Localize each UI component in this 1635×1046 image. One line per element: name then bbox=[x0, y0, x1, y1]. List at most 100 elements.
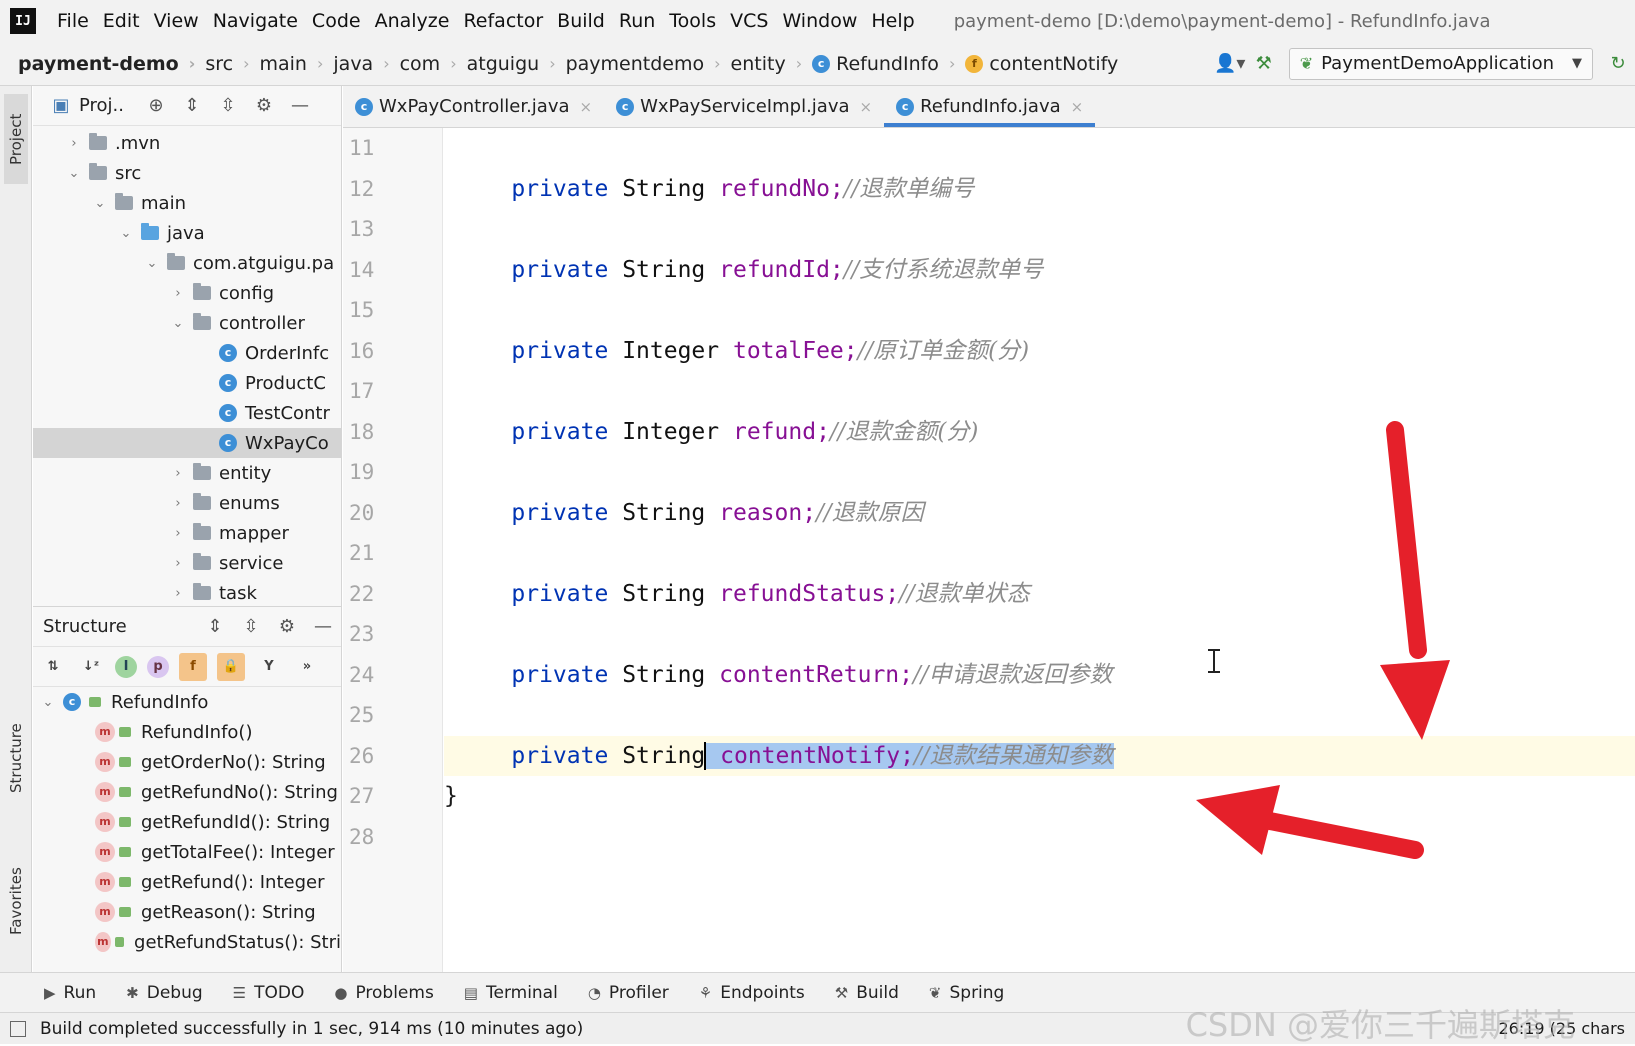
menu-vcs[interactable]: VCS bbox=[723, 10, 775, 32]
structure-member[interactable]: m getRefundId(): String bbox=[33, 807, 341, 837]
line-number[interactable]: 16 bbox=[343, 331, 442, 372]
breadcrumb-entity[interactable]: entity › bbox=[721, 53, 803, 75]
collapse-all-icon[interactable]: ⇳ bbox=[210, 95, 246, 116]
line-number[interactable]: 21 bbox=[343, 533, 442, 574]
rerun-icon[interactable]: ↻ bbox=[1601, 49, 1635, 79]
favorites-tool-tab[interactable]: Favorites bbox=[4, 846, 28, 956]
minimize-icon[interactable]: — bbox=[305, 616, 341, 637]
project-view-selector[interactable]: Proj.. bbox=[79, 95, 124, 116]
toggle-tool-windows-icon[interactable] bbox=[10, 1020, 26, 1037]
sort-alphabetically-icon[interactable]: ↓ᶻ bbox=[77, 653, 105, 681]
tree-node-config[interactable]: › config bbox=[33, 278, 341, 308]
project-tool-tab[interactable]: Project bbox=[4, 94, 28, 184]
close-icon[interactable]: × bbox=[860, 98, 873, 116]
todo-tool-button[interactable]: ☰ TODO bbox=[233, 983, 305, 1003]
gear-icon[interactable]: ⚙ bbox=[246, 95, 282, 116]
line-number[interactable]: 26 bbox=[343, 736, 442, 777]
structure-member[interactable]: m getRefund(): Integer bbox=[33, 867, 341, 897]
tree-node-package[interactable]: ⌄ com.atguigu.pa bbox=[33, 248, 341, 278]
breadcrumb-atguigu[interactable]: atguigu › bbox=[457, 53, 556, 75]
caret-position[interactable]: 26:19 (25 chars bbox=[1498, 1019, 1625, 1038]
structure-member[interactable]: m getRefundNo(): String bbox=[33, 777, 341, 807]
menu-help[interactable]: Help bbox=[864, 10, 921, 32]
expand-all-icon[interactable]: ⇕ bbox=[197, 616, 233, 637]
tree-node-main[interactable]: ⌄ main bbox=[33, 188, 341, 218]
collapse-all-icon[interactable]: ⇳ bbox=[233, 616, 269, 637]
run-configuration-selector[interactable]: ❦ PaymentDemoApplication ▼ bbox=[1288, 47, 1593, 80]
structure-member[interactable]: m RefundInfo() bbox=[33, 717, 341, 747]
structure-root[interactable]: ⌄ c RefundInfo bbox=[33, 687, 341, 717]
tab-wxpayserviceimpl[interactable]: c WxPayServiceImpl.java × bbox=[604, 86, 884, 127]
line-number[interactable]: 23 bbox=[343, 614, 442, 655]
tree-node-class[interactable]: c ProductC bbox=[33, 368, 341, 398]
breadcrumb-project[interactable]: payment-demo › bbox=[0, 53, 195, 75]
line-number[interactable]: 27 bbox=[343, 776, 442, 817]
line-number[interactable]: 24 bbox=[343, 655, 442, 696]
tree-node-mvn[interactable]: › .mvn bbox=[33, 128, 341, 158]
tab-refundinfo[interactable]: c RefundInfo.java × bbox=[884, 86, 1096, 127]
tree-node-class[interactable]: c OrderInfc bbox=[33, 338, 341, 368]
tree-node-controller[interactable]: ⌄ controller bbox=[33, 308, 341, 338]
tab-wxpaycontroller[interactable]: c WxPayController.java × bbox=[343, 86, 604, 127]
line-number[interactable]: 25 bbox=[343, 695, 442, 736]
problems-tool-button[interactable]: ● Problems bbox=[334, 983, 433, 1003]
terminal-tool-button[interactable]: ▤ Terminal bbox=[464, 983, 558, 1003]
tree-node-enums[interactable]: › enums bbox=[33, 488, 341, 518]
tree-node-service[interactable]: › service bbox=[33, 548, 341, 578]
menu-edit[interactable]: Edit bbox=[96, 10, 147, 32]
menu-window[interactable]: Window bbox=[775, 10, 864, 32]
tree-node-task[interactable]: › task bbox=[33, 578, 341, 606]
breadcrumb-com[interactable]: com › bbox=[390, 53, 457, 75]
show-fields-icon[interactable]: f bbox=[179, 652, 207, 681]
line-number[interactable]: 14 bbox=[343, 250, 442, 291]
breadcrumb-main[interactable]: main › bbox=[250, 53, 324, 75]
show-inherited-icon[interactable]: I bbox=[115, 655, 137, 678]
minimize-icon[interactable]: — bbox=[282, 95, 318, 116]
line-number[interactable]: 20 bbox=[343, 493, 442, 534]
show-properties-icon[interactable]: p bbox=[147, 655, 169, 678]
more-options-icon[interactable]: » bbox=[293, 653, 321, 681]
run-tool-button[interactable]: ▶ Run bbox=[44, 983, 96, 1003]
profiler-tool-button[interactable]: ◔ Profiler bbox=[588, 983, 669, 1003]
close-icon[interactable]: × bbox=[1071, 98, 1084, 116]
tree-node-entity[interactable]: › entity bbox=[33, 458, 341, 488]
menu-tools[interactable]: Tools bbox=[662, 10, 723, 32]
close-icon[interactable]: × bbox=[580, 98, 593, 116]
menu-run[interactable]: Run bbox=[612, 10, 662, 32]
line-number[interactable]: 11 bbox=[343, 128, 442, 169]
breadcrumb-src[interactable]: src › bbox=[195, 53, 249, 75]
line-number[interactable]: 13 bbox=[343, 209, 442, 250]
menu-build[interactable]: Build bbox=[550, 10, 612, 32]
line-number[interactable]: 19 bbox=[343, 452, 442, 493]
breadcrumb-class[interactable]: c RefundInfo › bbox=[802, 53, 955, 75]
build-hammer-icon[interactable]: ⚒ bbox=[1247, 49, 1281, 79]
line-number[interactable]: 15 bbox=[343, 290, 442, 331]
line-number[interactable]: 22 bbox=[343, 574, 442, 615]
spring-tool-button[interactable]: ❦ Spring bbox=[929, 983, 1004, 1003]
build-tool-button[interactable]: ⚒ Build bbox=[835, 983, 899, 1003]
debug-tool-button[interactable]: ✱ Debug bbox=[126, 983, 202, 1003]
tree-node-src[interactable]: ⌄ src bbox=[33, 158, 341, 188]
expand-all-icon[interactable]: ⇕ bbox=[174, 95, 210, 116]
line-number[interactable]: 17 bbox=[343, 371, 442, 412]
structure-member[interactable]: m getTotalFee(): Integer bbox=[33, 837, 341, 867]
gear-icon[interactable]: ⚙ bbox=[269, 616, 305, 637]
code-editor[interactable]: private String refundNo;//退款单编号 private … bbox=[444, 128, 1635, 972]
structure-member[interactable]: m getReason(): String bbox=[33, 897, 341, 927]
menu-file[interactable]: File bbox=[50, 10, 96, 32]
structure-member[interactable]: m getRefundStatus(): Stri bbox=[33, 927, 341, 957]
menu-refactor[interactable]: Refactor bbox=[456, 10, 550, 32]
tree-node-mapper[interactable]: › mapper bbox=[33, 518, 341, 548]
menu-navigate[interactable]: Navigate bbox=[206, 10, 305, 32]
tree-node-class-selected[interactable]: c WxPayCo bbox=[33, 428, 341, 458]
line-number[interactable]: 18 bbox=[343, 412, 442, 453]
tree-node-java[interactable]: ⌄ java bbox=[33, 218, 341, 248]
locate-icon[interactable]: ⊕ bbox=[138, 95, 174, 116]
menu-view[interactable]: View bbox=[147, 10, 206, 32]
structure-member[interactable]: m getOrderNo(): String bbox=[33, 747, 341, 777]
sort-by-visibility-icon[interactable]: ⇅ bbox=[39, 653, 67, 681]
breadcrumb-field[interactable]: f contentNotify bbox=[955, 53, 1118, 75]
user-account-icon[interactable]: 👤▾ bbox=[1213, 49, 1247, 79]
menu-analyze[interactable]: Analyze bbox=[368, 10, 457, 32]
structure-tool-tab[interactable]: Structure bbox=[4, 698, 28, 818]
